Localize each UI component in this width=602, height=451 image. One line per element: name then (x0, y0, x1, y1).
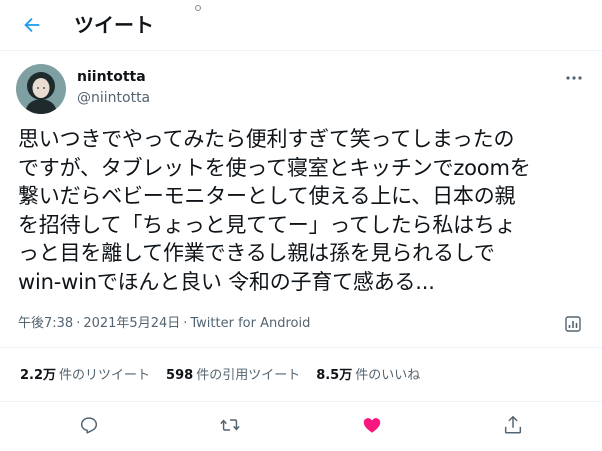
share-button[interactable] (501, 413, 525, 437)
avatar-image (16, 64, 66, 114)
reply-icon (80, 417, 98, 434)
stats-bottom-divider (0, 401, 602, 402)
reply-button[interactable] (77, 413, 101, 437)
likes-stat[interactable]: 8.5万 件のいいね (316, 366, 420, 386)
like-button[interactable] (360, 413, 384, 437)
likes-count: 8.5万 (316, 368, 353, 383)
quotes-stat[interactable]: 598 件の引用ツイート (166, 366, 300, 386)
more-horizontal-icon (566, 76, 582, 80)
avatar[interactable] (16, 64, 66, 114)
retweets-label: 件のリツイート (59, 368, 151, 383)
user-handle[interactable]: @niintotta (77, 89, 150, 107)
page-title: ツイート (74, 13, 154, 37)
tweet-time[interactable]: 午後7:38 (18, 316, 73, 331)
heart-icon (363, 418, 381, 433)
retweet-button[interactable] (218, 413, 242, 437)
more-button[interactable] (562, 66, 586, 90)
display-name[interactable]: niintotta (77, 68, 146, 86)
tweet-stats: 2.2万 件のリツイート 598 件の引用ツイート 8.5万 件のいいね (20, 366, 436, 386)
tweet-page: ツイート niintotta @niintotta 思いつきでやってみたら便利す… (0, 0, 602, 451)
back-button[interactable] (14, 7, 50, 43)
tweet-text: 思いつきでやってみたら便利すぎて笑ってしまったの ですが、タブレットを使って寝室… (18, 127, 531, 294)
arrow-left-icon (24, 17, 40, 33)
meta-separator: · (76, 316, 81, 331)
tweet-source[interactable]: Twitter for Android (190, 316, 310, 331)
likes-label: 件のいいね (355, 368, 421, 383)
meta-separator: · (183, 316, 188, 331)
analytics-icon (565, 316, 581, 332)
retweets-stat[interactable]: 2.2万 件のリツイート (20, 366, 150, 386)
retweets-count: 2.2万 (20, 368, 57, 383)
tweet-date[interactable]: 2021年5月24日 (83, 316, 180, 331)
header-divider (0, 50, 602, 51)
quotes-count: 598 (166, 368, 194, 383)
analytics-button[interactable] (563, 314, 583, 334)
retweet-icon (220, 419, 240, 431)
tweet-meta: 午後7:38 · 2021年5月24日 · Twitter for Android (18, 315, 310, 333)
header: ツイート (0, 0, 602, 50)
share-icon (504, 415, 522, 434)
indicator-dot (195, 5, 201, 11)
stats-top-divider (0, 347, 602, 348)
quotes-label: 件の引用ツイート (196, 368, 301, 383)
